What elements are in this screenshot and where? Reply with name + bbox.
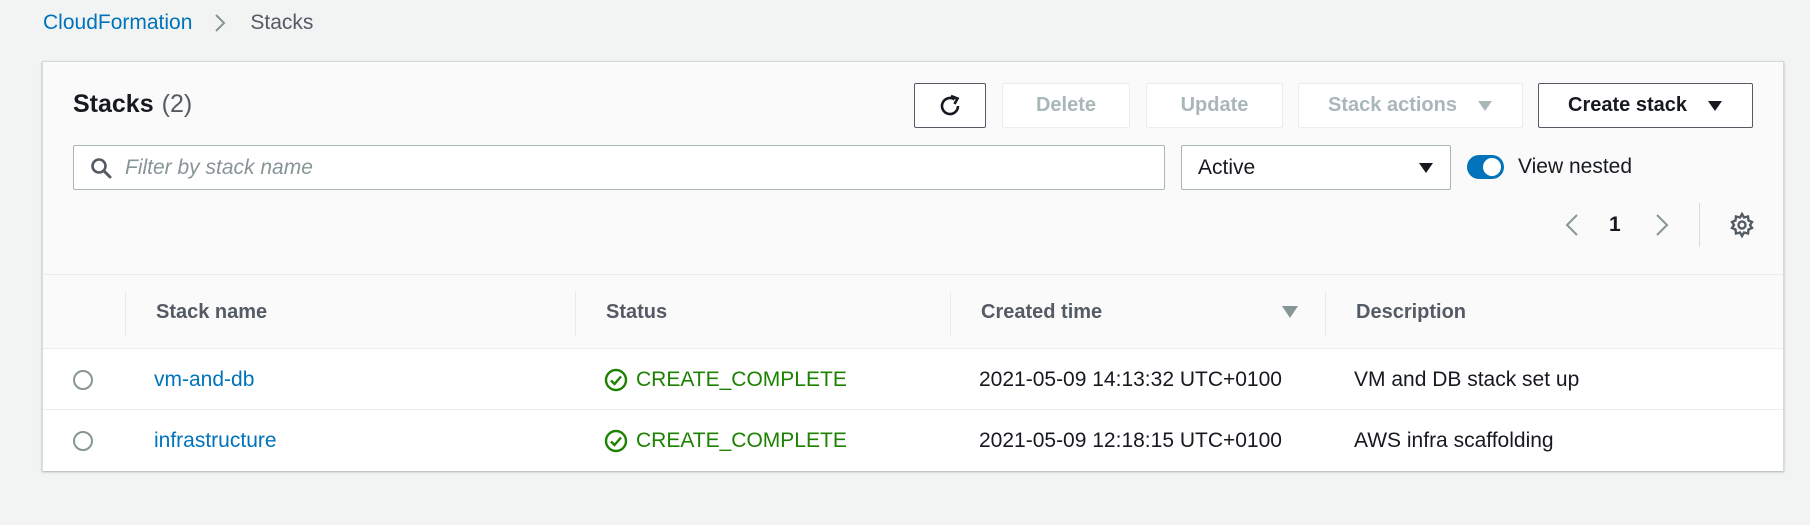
- column-header-status[interactable]: Status: [606, 275, 667, 350]
- search-icon: [90, 157, 112, 179]
- status-cell: CREATE_COMPLETE: [604, 349, 847, 410]
- created-time-cell: 2021-05-09 12:18:15 UTC+0100: [979, 428, 1282, 452]
- pagination-current-page[interactable]: 1: [1609, 200, 1621, 250]
- table-settings-button[interactable]: [1729, 200, 1755, 250]
- view-nested: View nested: [1467, 152, 1632, 182]
- caret-down-icon: [1707, 100, 1723, 112]
- delete-button[interactable]: Delete: [1002, 83, 1130, 128]
- breadcrumb-cloudformation-link[interactable]: CloudFormation: [43, 11, 192, 35]
- column-header-description[interactable]: Description: [1356, 275, 1466, 350]
- column-divider: [575, 291, 576, 336]
- refresh-icon: [937, 93, 963, 119]
- created-time-cell: 2021-05-09 14:13:32 UTC+0100: [979, 367, 1282, 391]
- breadcrumb: CloudFormation Stacks: [43, 10, 313, 36]
- gear-icon: [1729, 212, 1755, 238]
- update-button-label: Update: [1180, 94, 1249, 116]
- table-row[interactable]: infrastructure CREATE_COMPLETE 2021-05-0…: [43, 410, 1783, 471]
- stack-name-link[interactable]: vm-and-db: [154, 349, 254, 410]
- row-select-radio[interactable]: [73, 430, 93, 451]
- stack-actions-dropdown[interactable]: Stack actions: [1298, 83, 1523, 128]
- page-title: Stacks (2): [73, 90, 192, 119]
- status-filter-select[interactable]: Active: [1181, 145, 1451, 190]
- row-select-radio[interactable]: [73, 369, 93, 390]
- check-circle-icon: [604, 368, 628, 392]
- pagination-divider: [1699, 203, 1700, 247]
- description-cell: AWS infra scaffolding: [1354, 428, 1554, 452]
- status-text: CREATE_COMPLETE: [636, 367, 847, 391]
- status-cell: CREATE_COMPLETE: [604, 410, 847, 471]
- pagination-next[interactable]: [1655, 200, 1669, 250]
- update-button[interactable]: Update: [1146, 83, 1283, 128]
- chevron-right-icon: [214, 13, 226, 33]
- breadcrumb-current: Stacks: [250, 11, 314, 34]
- stack-filter: [73, 145, 1165, 190]
- create-stack-dropdown[interactable]: Create stack: [1538, 83, 1753, 128]
- sort-descending-icon[interactable]: [1281, 305, 1299, 324]
- chevron-right-icon: [1655, 213, 1669, 237]
- create-stack-label: Create stack: [1568, 94, 1687, 116]
- column-divider: [1325, 291, 1326, 336]
- column-header-stack-name[interactable]: Stack name: [156, 275, 267, 350]
- stack-name-link[interactable]: infrastructure: [154, 410, 277, 471]
- stack-actions-label: Stack actions: [1328, 94, 1457, 116]
- search-input[interactable]: [125, 155, 1085, 180]
- table-row[interactable]: vm-and-db CREATE_COMPLETE 2021-05-09 14:…: [43, 349, 1783, 410]
- stacks-panel: Stacks (2) Delete Update Stack actions C…: [42, 61, 1784, 471]
- refresh-button[interactable]: [914, 83, 986, 128]
- view-nested-label: View nested: [1518, 155, 1633, 178]
- column-header-created-time[interactable]: Created time: [981, 275, 1102, 350]
- delete-button-label: Delete: [1035, 94, 1097, 116]
- check-circle-icon: [604, 429, 628, 453]
- stack-count: (2): [161, 90, 193, 118]
- pagination-previous[interactable]: [1565, 200, 1579, 250]
- column-divider: [125, 291, 126, 336]
- status-filter-value: Active: [1198, 155, 1256, 179]
- caret-down-icon: [1477, 100, 1493, 112]
- column-divider: [950, 291, 951, 336]
- panel-title-text: Stacks: [73, 90, 154, 118]
- chevron-left-icon: [1565, 213, 1579, 237]
- view-nested-toggle[interactable]: [1467, 155, 1504, 179]
- status-text: CREATE_COMPLETE: [636, 428, 847, 452]
- caret-down-icon: [1418, 162, 1434, 174]
- description-cell: VM and DB stack set up: [1354, 367, 1580, 391]
- table-header: Stack name Status Created time Descripti…: [43, 274, 1783, 349]
